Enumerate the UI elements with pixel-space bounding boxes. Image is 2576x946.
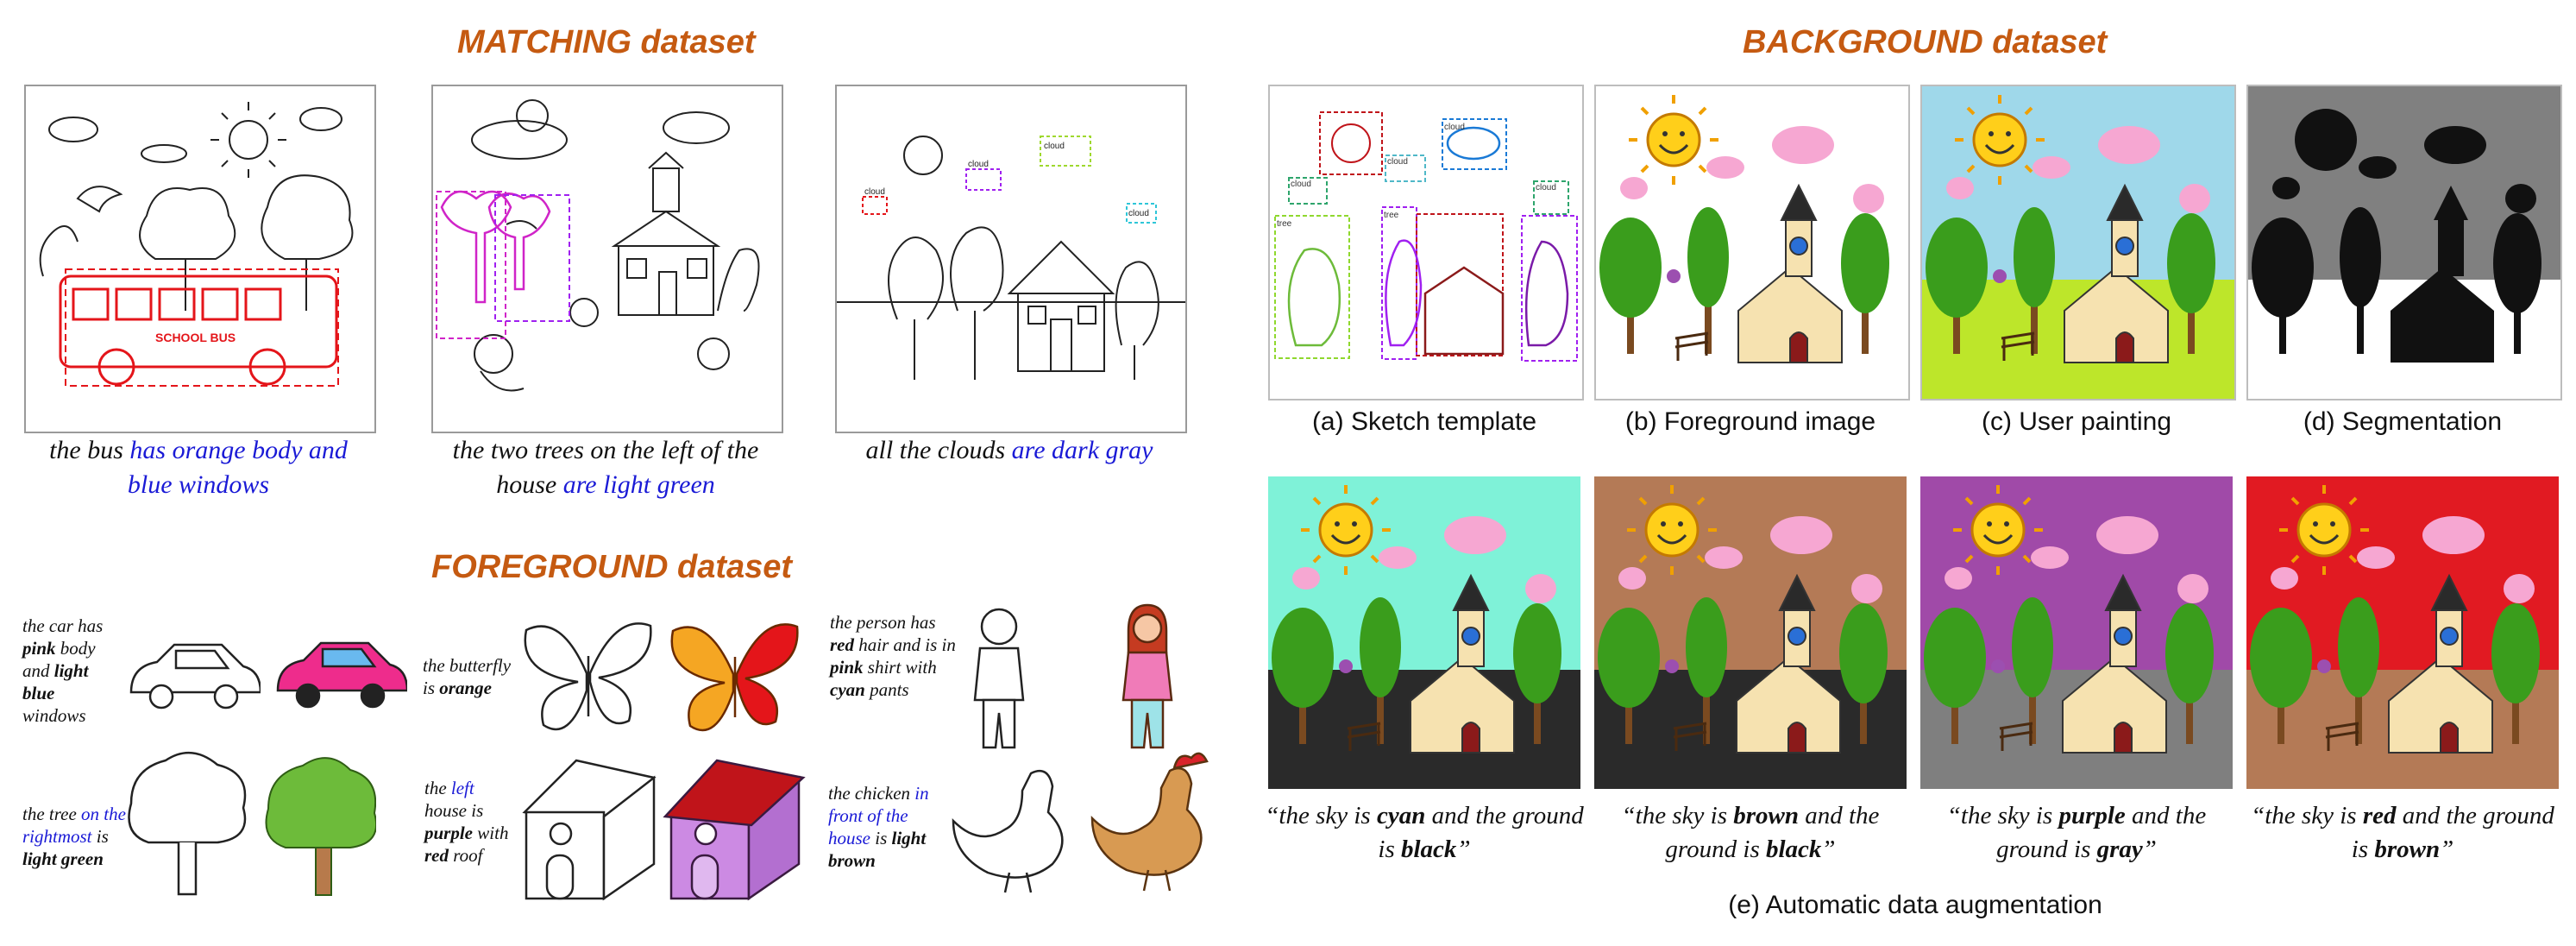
fg-text-chicken: the chicken in front of the house is lig… (828, 783, 929, 871)
fg-tree-sketch (123, 747, 252, 903)
label-user-painting: (c) User painting (1981, 407, 2172, 436)
matching-sketch-house (431, 85, 783, 433)
fg-text-butterfly: the butterfly is orange (423, 655, 512, 698)
aug-caption-1: “the sky is cyan and the ground is black… (1265, 802, 1584, 863)
fg-chicken-sketch (949, 756, 1078, 894)
aug-panel-2 (1594, 476, 1907, 789)
label-foreground-image: (b) Foreground image (1624, 407, 1876, 436)
fg-house-colored (661, 747, 807, 903)
aug-caption-4: “the sky is red and the ground is brown” (2251, 802, 2554, 863)
matching-caption-2: the two trees on the left of the house a… (452, 436, 759, 499)
bus-label: SCHOOL BUS (155, 331, 236, 344)
foreground-title: FOREGROUND dataset (431, 549, 793, 585)
matching-title: MATCHING dataset (457, 24, 756, 60)
fg-tree-colored (264, 753, 376, 903)
aug-panel-3 (1920, 476, 2233, 789)
bg-segmentation (2246, 85, 2562, 400)
fg-car-sketch (123, 632, 261, 718)
fg-butterfly-sketch (518, 613, 656, 742)
fg-person-colored (1113, 601, 1182, 756)
sketch-box-label-4: cloud (1536, 183, 1556, 192)
sketch-box-label-2: cloud (1387, 157, 1408, 167)
matching-sketch-clouds: cloud cloud cloud cloud (835, 85, 1187, 433)
matching-sketch-bus: SCHOOL BUS (24, 85, 376, 433)
fg-house-sketch (516, 747, 663, 903)
bg-foreground-image (1594, 85, 1910, 400)
fg-butterfly-colored (664, 609, 802, 747)
label-segmentation: (d) Segmentation (2303, 407, 2503, 436)
cloud-box-label-1: cloud (864, 187, 885, 197)
matching-caption-3: all the clouds are dark gray (865, 436, 1153, 464)
background-title: BACKGROUND dataset (1743, 24, 2108, 60)
aug-caption-2: “the sky is brown and the ground is blac… (1621, 802, 1880, 863)
label-augmentation: (e) Automatic data augmentation (1728, 891, 2102, 919)
fg-person-sketch (964, 601, 1034, 756)
cloud-box-label-3: cloud (1044, 142, 1065, 151)
aug-panel-4 (2246, 476, 2559, 789)
fg-text-person: the person has red hair and is in pink s… (830, 612, 956, 700)
matching-caption-1: the bus has orange body and blue windows (49, 436, 348, 499)
sketch-box-label-5: tree (1277, 219, 1292, 229)
sketch-box-label-6: tree (1384, 211, 1399, 220)
fg-text-house: the left house is purple with red roof (424, 778, 509, 866)
sketch-box-label-1: cloud (1444, 123, 1465, 132)
fg-chicken-colored (1084, 749, 1222, 894)
aug-caption-3: “the sky is purple and the ground is gra… (1946, 802, 2207, 863)
label-sketch-template: (a) Sketch template (1311, 407, 1537, 436)
bg-user-painting (1920, 85, 2236, 400)
cloud-box-label-4: cloud (1128, 209, 1149, 218)
fg-car-colored (269, 628, 407, 718)
aug-panel-1 (1268, 476, 1580, 789)
fg-text-car: the car has pink body and light blue win… (22, 615, 104, 726)
sketch-box-label-3: cloud (1291, 180, 1311, 189)
cloud-box-label-2: cloud (968, 160, 989, 169)
bg-sketch-template: cloud cloud cloud cloud tree tree (1268, 85, 1584, 400)
